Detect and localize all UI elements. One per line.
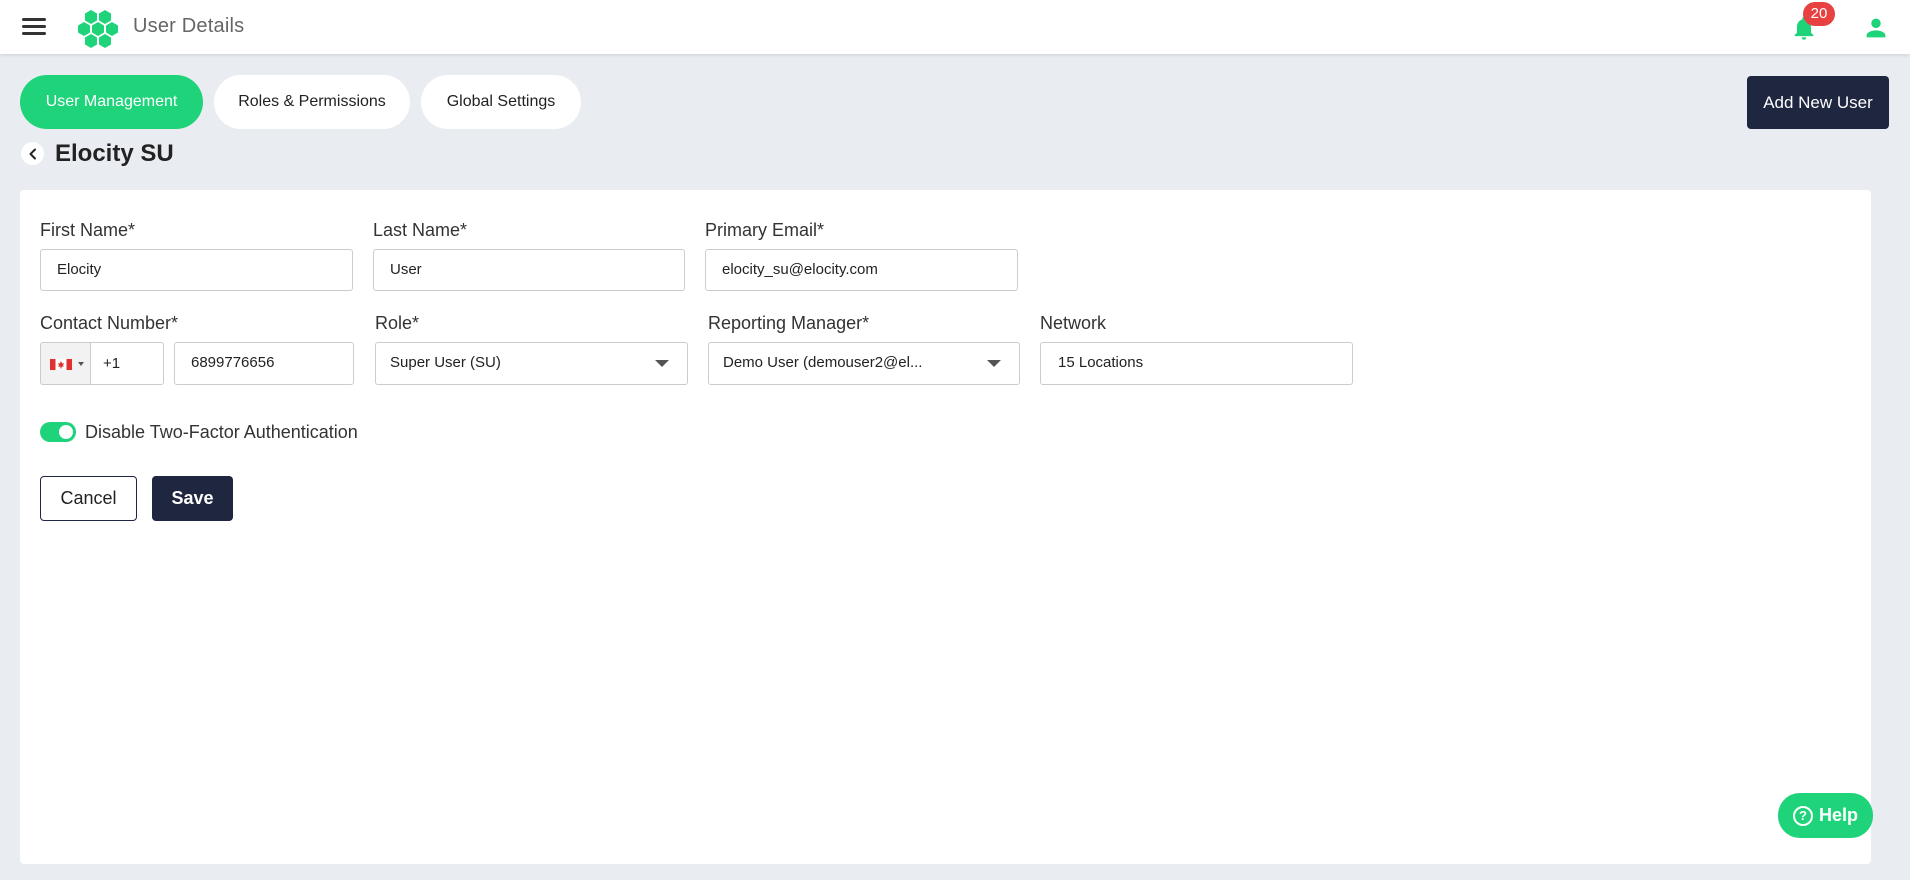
network-input[interactable]: 15 Locations xyxy=(1040,342,1353,385)
dropdown-arrow-icon xyxy=(655,360,669,367)
role-value: Super User (SU) xyxy=(390,354,501,371)
primary-email-label: Primary Email* xyxy=(705,220,825,240)
first-name-input[interactable]: Elocity xyxy=(40,249,353,291)
tab-roles-permissions[interactable]: Roles & Permissions xyxy=(214,75,410,129)
hexagon-logo xyxy=(78,10,118,48)
network-label: Network xyxy=(1040,313,1107,333)
role-label: Role* xyxy=(375,313,420,333)
tab-global-settings[interactable]: Global Settings xyxy=(421,75,581,129)
user-details-form: First Name* Elocity Last Name* User Prim… xyxy=(20,190,1873,864)
last-name-input[interactable]: User xyxy=(373,249,685,291)
first-name-label: First Name* xyxy=(40,220,136,240)
reporting-manager-label: Reporting Manager* xyxy=(708,313,870,333)
help-label: Help xyxy=(1818,805,1858,825)
notification-badge: 20 xyxy=(1803,2,1835,26)
last-name-label: Last Name* xyxy=(373,220,468,240)
cancel-button[interactable]: Cancel xyxy=(40,476,137,521)
contact-number-input[interactable]: 6899776656 xyxy=(174,342,354,385)
page-title: Elocity SU xyxy=(55,140,174,167)
reporting-manager-value: Demo User (demouser2@el... xyxy=(723,354,923,371)
role-select[interactable]: Super User (SU) xyxy=(375,342,688,385)
chevron-left-icon xyxy=(29,148,36,159)
top-bar: User Details 20 xyxy=(0,0,1910,54)
dropdown-arrow-icon xyxy=(987,360,1001,367)
primary-email-input[interactable]: elocity_su@elocity.com xyxy=(705,249,1018,291)
caret-down-icon xyxy=(78,362,84,366)
save-button[interactable]: Save xyxy=(152,476,233,521)
tab-user-management[interactable]: User Management xyxy=(20,75,203,129)
reporting-manager-select[interactable]: Demo User (demouser2@el... xyxy=(708,342,1020,385)
question-circle-icon: ? xyxy=(1792,805,1813,826)
dial-code: +1 xyxy=(90,342,164,385)
two-factor-label: Disable Two-Factor Authentication xyxy=(85,422,358,442)
hamburger-menu-icon[interactable] xyxy=(22,18,46,36)
back-button[interactable] xyxy=(21,142,44,165)
country-code-selector[interactable] xyxy=(40,342,90,385)
canada-flag-icon xyxy=(50,359,72,370)
user-icon[interactable] xyxy=(1862,14,1890,42)
contact-number-label: Contact Number* xyxy=(40,313,179,333)
toggle-knob xyxy=(59,425,73,439)
add-new-user-button[interactable]: Add New User xyxy=(1747,76,1889,129)
app-title: User Details xyxy=(133,15,245,37)
help-button[interactable]: ? Help xyxy=(1778,793,1873,838)
two-factor-toggle[interactable] xyxy=(40,422,76,442)
